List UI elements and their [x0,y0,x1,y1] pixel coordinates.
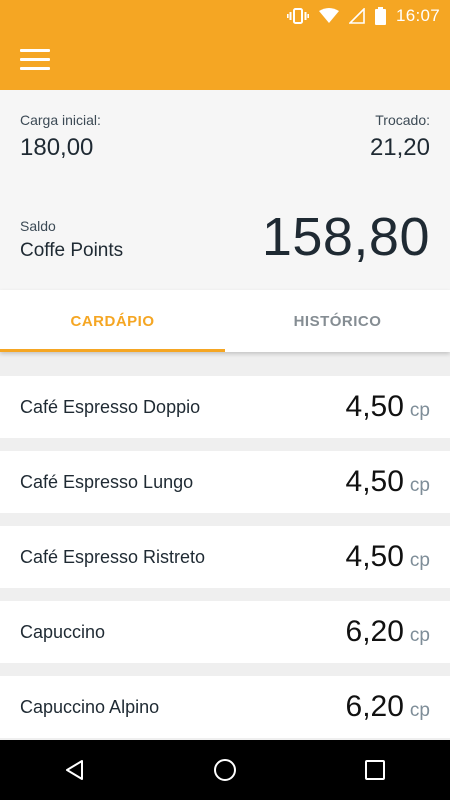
item-price: 6,20 cp [346,615,430,649]
list-item[interactable]: Capuccino 6,20 cp [0,601,450,663]
app-bar [0,32,450,90]
item-price: 4,50 cp [346,390,430,424]
price-unit: cp [409,550,430,571]
item-name: Capuccino [20,621,106,642]
balance-label: Saldo [20,218,56,234]
battery-icon [374,7,386,25]
item-name: Café Espresso Doppio [20,396,201,417]
status-bar: 16:07 [0,0,450,32]
vibrate-icon [286,7,309,25]
list-item[interactable]: Capuccino Alpino 6,20 cp [0,676,450,738]
item-price: 6,20 cp [346,690,430,724]
item-price: 4,50 cp [346,540,430,574]
price-unit: cp [409,475,430,496]
price-value: 6,20 [345,615,404,648]
wifi-icon [318,8,339,24]
item-name: Café Espresso Lungo [20,471,194,492]
balance-value: 158,80 [261,207,430,267]
price-value: 6,20 [345,690,404,723]
initial-charge: Carga inicial: 180,00 [20,112,101,162]
tab-historico[interactable]: HISTÓRICO [225,290,450,352]
traded-value: 21,20 [369,134,430,161]
item-name: Capuccino Alpino [20,696,160,717]
recents-icon[interactable] [345,740,405,800]
tab-cardapio[interactable]: CARDÁPIO [0,290,225,352]
tab-bar: CARDÁPIO HISTÓRICO [0,290,450,352]
navigation-bar [0,740,450,800]
price-unit: cp [409,625,430,646]
back-icon[interactable] [45,740,105,800]
initial-charge-label: Carga inicial: [20,112,101,128]
price-value: 4,50 [345,390,404,423]
menu-list: Café Espresso Doppio 4,50 cp Café Espres… [0,376,450,751]
item-name: Café Espresso Ristreto [20,546,206,567]
price-unit: cp [409,700,430,721]
signal-icon [348,8,365,24]
item-price: 4,50 cp [346,465,430,499]
hamburger-menu-icon[interactable] [20,49,50,73]
status-time: 16:07 [395,6,440,25]
price-unit: cp [409,400,430,421]
list-item[interactable]: Café Espresso Lungo 4,50 cp [0,451,450,513]
balance-info: Saldo Coffe Points [20,218,123,262]
home-icon[interactable] [195,740,255,800]
list-item[interactable]: Café Espresso Ristreto 4,50 cp [0,526,450,588]
balance-summary: Carga inicial: 180,00 Trocado: 21,20 Sal… [0,90,450,290]
initial-charge-value: 180,00 [20,134,94,161]
traded-label: Trocado: [375,112,430,128]
balance-name: Coffe Points [20,240,124,261]
traded: Trocado: 21,20 [370,112,430,162]
price-value: 4,50 [345,465,404,498]
list-item[interactable]: Café Espresso Doppio 4,50 cp [0,376,450,438]
price-value: 4,50 [345,540,404,573]
